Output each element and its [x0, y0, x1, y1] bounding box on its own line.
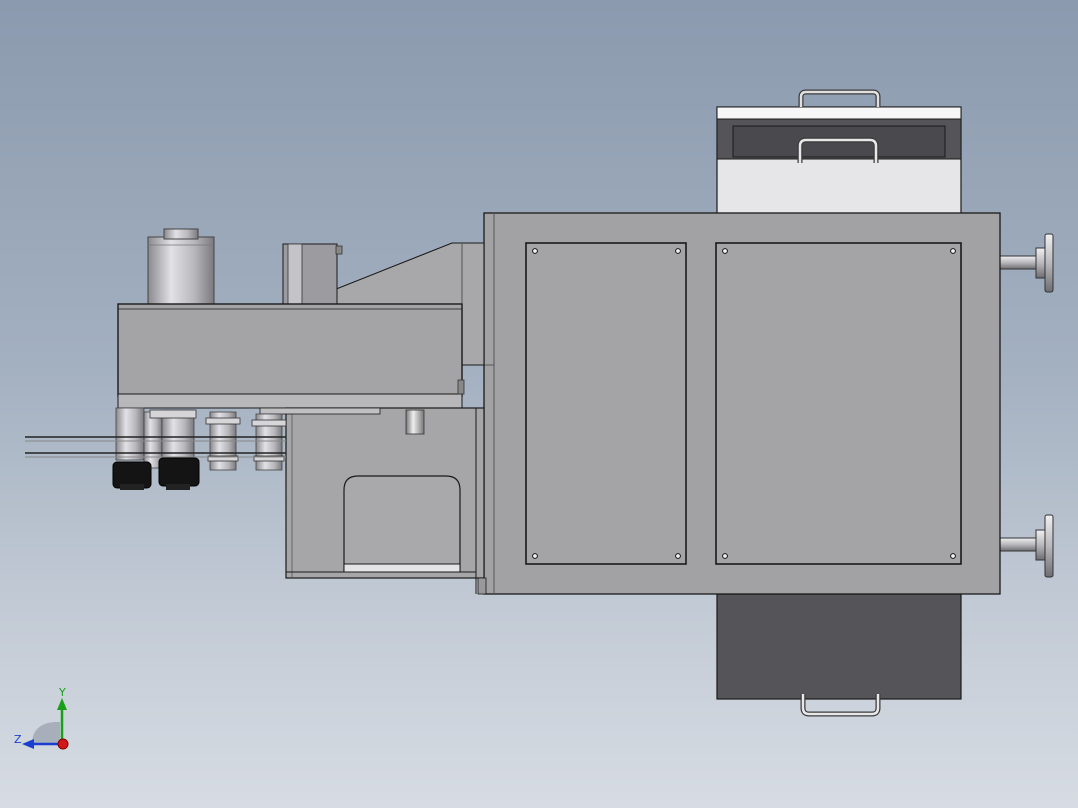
access-panel-right — [715, 242, 962, 565]
cad-viewport[interactable]: Y Z — [0, 0, 1078, 808]
spindle-motor — [147, 228, 215, 308]
main-cabinet[interactable] — [483, 212, 1001, 595]
z-axis-label: Z — [14, 733, 22, 746]
lower-bracket — [259, 407, 487, 595]
motor-housing — [282, 243, 343, 307]
head-unit[interactable] — [117, 303, 465, 409]
bottom-drawer[interactable] — [716, 593, 962, 717]
machine-model[interactable] — [0, 0, 1078, 808]
x-axis-dot — [57, 738, 69, 750]
access-panel-left — [525, 242, 687, 565]
y-axis-label: Y — [58, 686, 66, 699]
top-drawer[interactable] — [716, 89, 962, 216]
axis-triad-icon: Y Z — [14, 686, 69, 750]
roller-assembly — [25, 407, 287, 490]
